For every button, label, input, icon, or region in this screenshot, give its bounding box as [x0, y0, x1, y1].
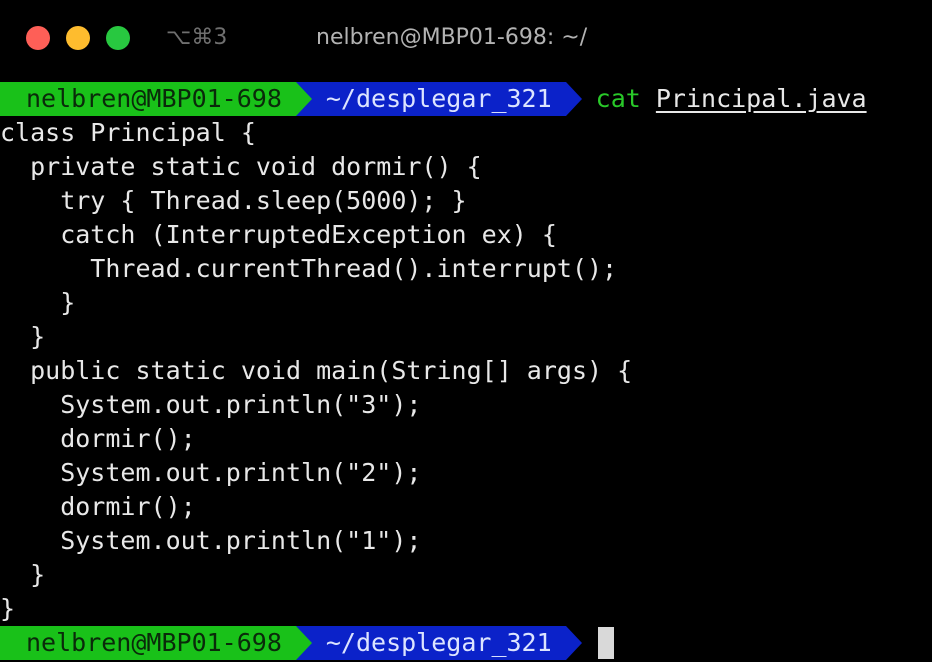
output-line: class Principal {: [0, 118, 256, 147]
terminal-window: ⌥⌘3 nelbren@MBP01-698: ~/ nelbren@MBP01-…: [0, 0, 932, 662]
output-line: }: [0, 560, 46, 589]
output-line: try { Thread.sleep(5000); }: [0, 186, 467, 215]
command-output: class Principal { private static void do…: [0, 116, 932, 626]
prompt-path: ~/desplegar_321: [311, 626, 566, 660]
prompt-end-arrow-icon: [565, 82, 582, 116]
window-shortcut: ⌥⌘3: [166, 25, 228, 50]
output-line: System.out.println("2");: [0, 458, 422, 487]
prompt-line: nelbren@MBP01-698 ~/desplegar_321 cat Pr…: [0, 82, 932, 116]
output-line: Thread.currentThread().interrupt();: [0, 254, 618, 283]
output-line: dormir();: [0, 424, 196, 453]
prompt-separator-icon: [295, 626, 312, 660]
text-cursor[interactable]: [597, 627, 614, 659]
prompt-path: ~/desplegar_321: [311, 82, 566, 116]
prompt-end-arrow-icon: [565, 626, 582, 660]
command-name: cat: [595, 84, 641, 113]
title-bar[interactable]: ⌥⌘3 nelbren@MBP01-698: ~/: [0, 0, 932, 78]
terminal-content[interactable]: nelbren@MBP01-698 ~/desplegar_321 cat Pr…: [0, 82, 932, 660]
zoom-button[interactable]: [106, 26, 130, 50]
window-title: nelbren@MBP01-698: ~/: [316, 25, 588, 50]
close-button[interactable]: [26, 26, 50, 50]
prompt-user-host: nelbren@MBP01-698: [0, 82, 296, 116]
output-line: }: [0, 322, 46, 351]
command-argument: Principal.java: [655, 84, 867, 113]
output-line: System.out.println("1");: [0, 526, 422, 555]
output-line: catch (InterruptedException ex) {: [0, 220, 557, 249]
minimize-button[interactable]: [66, 26, 90, 50]
output-line: public static void main(String[] args) {: [0, 356, 633, 385]
output-line: }: [0, 594, 16, 623]
output-line: dormir();: [0, 492, 196, 521]
prompt-line-current[interactable]: nelbren@MBP01-698 ~/desplegar_321: [0, 626, 932, 660]
output-line: }: [0, 288, 76, 317]
output-line: private static void dormir() {: [0, 152, 482, 181]
prompt-user-host: nelbren@MBP01-698: [0, 626, 296, 660]
output-line: System.out.println("3");: [0, 390, 422, 419]
prompt-separator-icon: [295, 82, 312, 116]
